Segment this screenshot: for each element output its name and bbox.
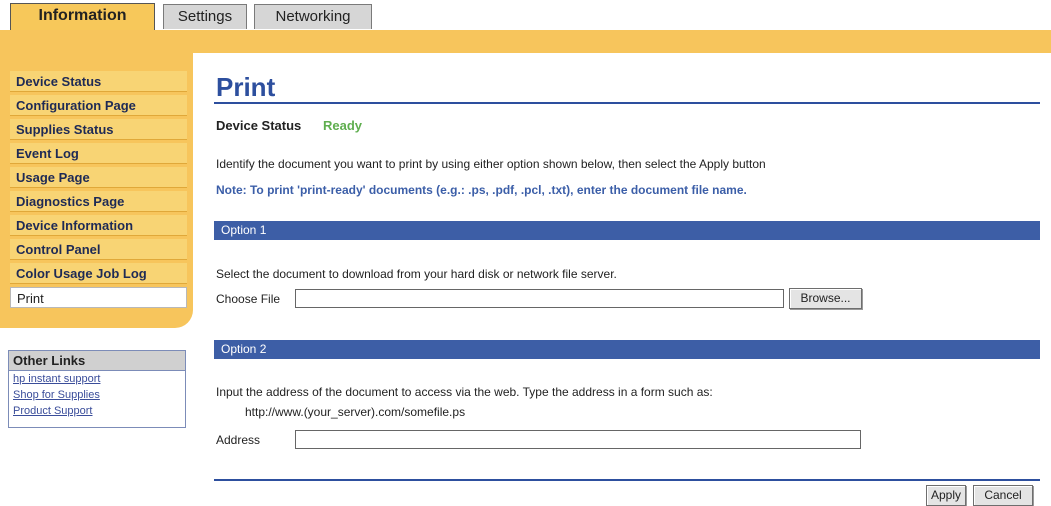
address-example: http://www.(your_server).com/somefile.ps xyxy=(245,405,466,419)
other-links-heading: Other Links xyxy=(9,351,185,371)
page-title: Print xyxy=(216,72,276,102)
option1-header: Option 1 xyxy=(214,221,1040,240)
address-input[interactable] xyxy=(295,430,861,449)
sidebar-item-control-panel[interactable]: Control Panel xyxy=(10,239,187,260)
top-tab-bar: Information Settings Networking xyxy=(0,0,1051,30)
tab-settings[interactable]: Settings xyxy=(163,4,247,29)
apply-button[interactable]: Apply xyxy=(926,485,966,506)
option2-header: Option 2 xyxy=(214,340,1040,359)
title-divider xyxy=(214,102,1040,104)
choose-file-label: Choose File xyxy=(216,292,281,306)
other-links-box: Other Links hp instant support Shop for … xyxy=(8,350,186,428)
header-band xyxy=(0,30,1051,53)
link-hp-instant-support[interactable]: hp instant support xyxy=(9,371,185,387)
link-shop-for-supplies[interactable]: Shop for Supplies xyxy=(9,387,185,403)
sidebar-panel: Device Status Configuration Page Supplie… xyxy=(0,53,193,328)
address-label: Address xyxy=(216,433,261,447)
instructions-text: Identify the document you want to print … xyxy=(216,157,766,171)
device-status-value: Ready xyxy=(323,118,363,133)
bottom-divider xyxy=(214,479,1040,481)
link-product-support[interactable]: Product Support xyxy=(9,403,185,419)
cancel-button[interactable]: Cancel xyxy=(973,485,1033,506)
sidebar-item-device-information[interactable]: Device Information xyxy=(10,215,187,236)
sidebar-item-event-log[interactable]: Event Log xyxy=(10,143,187,164)
option2-description: Input the address of the document to acc… xyxy=(216,385,713,399)
browse-button[interactable]: Browse... xyxy=(789,288,862,309)
tab-information[interactable]: Information xyxy=(10,3,155,30)
sidebar-item-diagnostics-page[interactable]: Diagnostics Page xyxy=(10,191,187,212)
print-ready-note: Note: To print 'print-ready' documents (… xyxy=(216,183,747,197)
sidebar-item-device-status[interactable]: Device Status xyxy=(10,71,187,92)
sidebar-item-color-usage-job-log[interactable]: Color Usage Job Log xyxy=(10,263,187,284)
option1-description: Select the document to download from you… xyxy=(216,267,617,281)
device-status-label: Device Status xyxy=(216,118,302,133)
sidebar-item-print[interactable]: Print xyxy=(10,287,187,308)
choose-file-input[interactable] xyxy=(295,289,784,308)
sidebar-item-usage-page[interactable]: Usage Page xyxy=(10,167,187,188)
sidebar-item-configuration-page[interactable]: Configuration Page xyxy=(10,95,187,116)
tab-networking[interactable]: Networking xyxy=(254,4,372,29)
sidebar-item-supplies-status[interactable]: Supplies Status xyxy=(10,119,187,140)
